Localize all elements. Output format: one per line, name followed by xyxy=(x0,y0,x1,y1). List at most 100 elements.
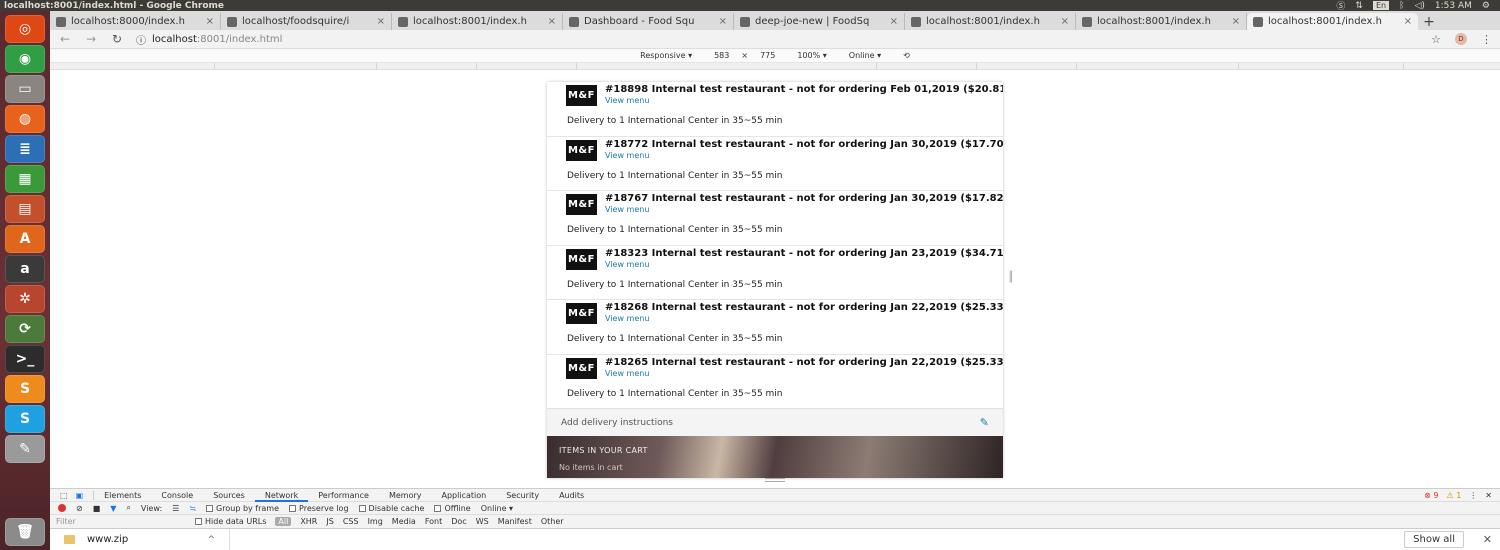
browser-tab[interactable]: localhost:8001/index.h × xyxy=(392,13,563,30)
browser-tab[interactable]: localhost:8000/index.h × xyxy=(50,13,221,30)
offline-checkbox[interactable]: Offline xyxy=(434,504,471,513)
throttling-select[interactable]: Online ▾ xyxy=(481,504,513,513)
view-menu-link[interactable]: View menu xyxy=(605,151,649,160)
back-icon[interactable]: ← xyxy=(58,32,72,46)
download-item[interactable]: www.zip ^ xyxy=(50,528,230,550)
files-icon[interactable]: ▭ xyxy=(5,75,45,103)
menu-kebab-icon[interactable]: ⋮ xyxy=(1481,33,1492,46)
devtools-close-icon[interactable]: ✕ xyxy=(1485,491,1492,500)
filter-icon[interactable]: ▼ xyxy=(110,504,116,513)
filter-input[interactable]: Filter xyxy=(56,517,186,526)
close-icon[interactable]: ✕ xyxy=(1483,533,1492,546)
devtools-tab-network[interactable]: Network xyxy=(254,489,309,502)
devtools-tab-audits[interactable]: Audits xyxy=(549,489,594,502)
error-count[interactable]: ⊗ 9 xyxy=(1424,491,1438,500)
bookmark-star-icon[interactable]: ☆ xyxy=(1431,33,1441,46)
skype-icon[interactable]: S xyxy=(5,405,45,433)
delivery-instructions-field[interactable]: Add delivery instructions ✎ xyxy=(547,408,1003,436)
waterfall-view-icon[interactable]: ≒ xyxy=(189,504,196,513)
filter-type-js[interactable]: JS xyxy=(326,517,333,526)
text-editor-icon[interactable]: ✎ xyxy=(5,435,45,463)
clear-icon[interactable]: ⊘ xyxy=(76,504,83,513)
amazon-icon[interactable]: a xyxy=(5,255,45,283)
sublime-icon[interactable]: S xyxy=(5,375,45,403)
tab-close-icon[interactable]: × xyxy=(548,16,556,27)
tab-close-icon[interactable]: × xyxy=(377,16,385,27)
view-menu-link[interactable]: View menu xyxy=(605,369,649,378)
filter-type-xhr[interactable]: XHR xyxy=(300,517,317,526)
browser-tab[interactable]: localhost/foodsquire/i × xyxy=(221,13,392,30)
rotate-icon[interactable]: ⟲ xyxy=(903,51,910,60)
screenshot-icon[interactable]: ■ xyxy=(93,504,101,513)
browser-tab[interactable]: Dashboard - Food Squ × xyxy=(563,13,734,30)
ubuntu-logo-icon[interactable]: ◎ xyxy=(5,15,45,43)
filter-type-all[interactable]: All xyxy=(275,517,292,526)
calc-icon[interactable]: ▦ xyxy=(5,165,45,193)
devtools-tab-performance[interactable]: Performance xyxy=(308,489,379,502)
view-menu-link[interactable]: View menu xyxy=(605,260,649,269)
volume-icon[interactable]: ◁) xyxy=(1414,1,1424,11)
browser-tab[interactable]: localhost:8001/index.h × xyxy=(905,13,1076,30)
filter-type-font[interactable]: Font xyxy=(425,517,442,526)
hide-data-urls-checkbox[interactable]: Hide data URLs xyxy=(195,517,266,526)
filter-type-doc[interactable]: Doc xyxy=(451,517,466,526)
device-resize-handle-right[interactable]: ║ xyxy=(1008,272,1014,283)
search-icon[interactable]: ⌕ xyxy=(126,503,130,513)
filter-type-other[interactable]: Other xyxy=(541,517,564,526)
terminal-icon[interactable]: >_ xyxy=(5,345,45,373)
devtools-tab-memory[interactable]: Memory xyxy=(379,489,432,502)
bluetooth-icon[interactable]: ᛒ xyxy=(1399,1,1404,11)
chrome-icon[interactable]: ◉ xyxy=(5,45,45,73)
tab-close-icon[interactable]: × xyxy=(719,16,727,27)
tab-close-icon[interactable]: × xyxy=(1061,16,1069,27)
browser-tab[interactable]: deep-joe-new | FoodSq × xyxy=(734,13,905,30)
devtools-tab-elements[interactable]: Elements xyxy=(94,489,151,502)
filter-type-ws[interactable]: WS xyxy=(476,517,489,526)
responsive-select[interactable]: Responsive ▾ xyxy=(640,51,692,60)
filter-type-manifest[interactable]: Manifest xyxy=(498,517,532,526)
clock[interactable]: 1:53 AM xyxy=(1435,1,1472,11)
reload-icon[interactable]: ↻ xyxy=(110,32,124,46)
network-arrows-icon[interactable]: ⇅ xyxy=(1355,1,1363,11)
tab-close-icon[interactable]: × xyxy=(1232,16,1240,27)
show-all-button[interactable]: Show all xyxy=(1404,531,1464,548)
new-tab-button[interactable]: + xyxy=(1418,14,1440,30)
browser-tab[interactable]: localhost:8001/index.h × xyxy=(1247,13,1418,30)
network-throttle-select[interactable]: Online ▾ xyxy=(849,51,881,60)
filter-type-img[interactable]: Img xyxy=(368,517,383,526)
software-center-icon[interactable]: A xyxy=(5,225,45,253)
devtools-tab-sources[interactable]: Sources xyxy=(203,489,255,502)
power-gear-icon[interactable]: ⚙ xyxy=(1482,1,1490,11)
devtools-tab-console[interactable]: Console xyxy=(151,489,203,502)
device-height-input[interactable]: 775 xyxy=(760,51,775,60)
view-menu-link[interactable]: View menu xyxy=(605,314,649,323)
address-bar[interactable]: ⓘ localhost:8001/index.html xyxy=(136,32,1419,47)
profile-avatar[interactable]: D xyxy=(1455,33,1467,45)
preserve-log-checkbox[interactable]: Preserve log xyxy=(289,504,349,513)
view-menu-link[interactable]: View menu xyxy=(605,205,649,214)
inspect-element-icon[interactable]: ⬚ xyxy=(60,491,68,500)
chevron-up-icon[interactable]: ^ xyxy=(207,535,215,545)
list-view-icon[interactable]: ☰ xyxy=(172,504,179,513)
settings-icon[interactable]: ✲ xyxy=(5,285,45,313)
device-toggle-icon[interactable]: ▣ xyxy=(76,491,84,500)
writer-icon[interactable]: ≣ xyxy=(5,135,45,163)
keyboard-layout-indicator[interactable]: En xyxy=(1372,1,1390,10)
pencil-icon[interactable]: ✎ xyxy=(980,416,989,429)
filter-type-css[interactable]: CSS xyxy=(343,517,359,526)
devtools-tab-security[interactable]: Security xyxy=(496,489,549,502)
device-resize-handle-bottom[interactable] xyxy=(765,478,785,482)
firefox-icon[interactable]: ◍ xyxy=(5,105,45,133)
media-query-ruler[interactable] xyxy=(50,63,1500,70)
updater-icon[interactable]: ⟳ xyxy=(5,315,45,343)
tab-close-icon[interactable]: × xyxy=(1404,16,1412,27)
group-by-frame-checkbox[interactable]: Group by frame xyxy=(206,504,279,513)
devtools-tab-application[interactable]: Application xyxy=(432,489,497,502)
disable-cache-checkbox[interactable]: Disable cache xyxy=(358,504,424,513)
filter-type-media[interactable]: Media xyxy=(392,517,416,526)
tab-close-icon[interactable]: × xyxy=(206,16,214,27)
warning-count[interactable]: ⚠ 1 xyxy=(1446,491,1461,500)
info-icon[interactable]: ⓘ xyxy=(136,32,146,47)
trash-icon[interactable]: 🗑 xyxy=(5,518,45,546)
devtools-menu-icon[interactable]: ⋮ xyxy=(1469,491,1477,500)
